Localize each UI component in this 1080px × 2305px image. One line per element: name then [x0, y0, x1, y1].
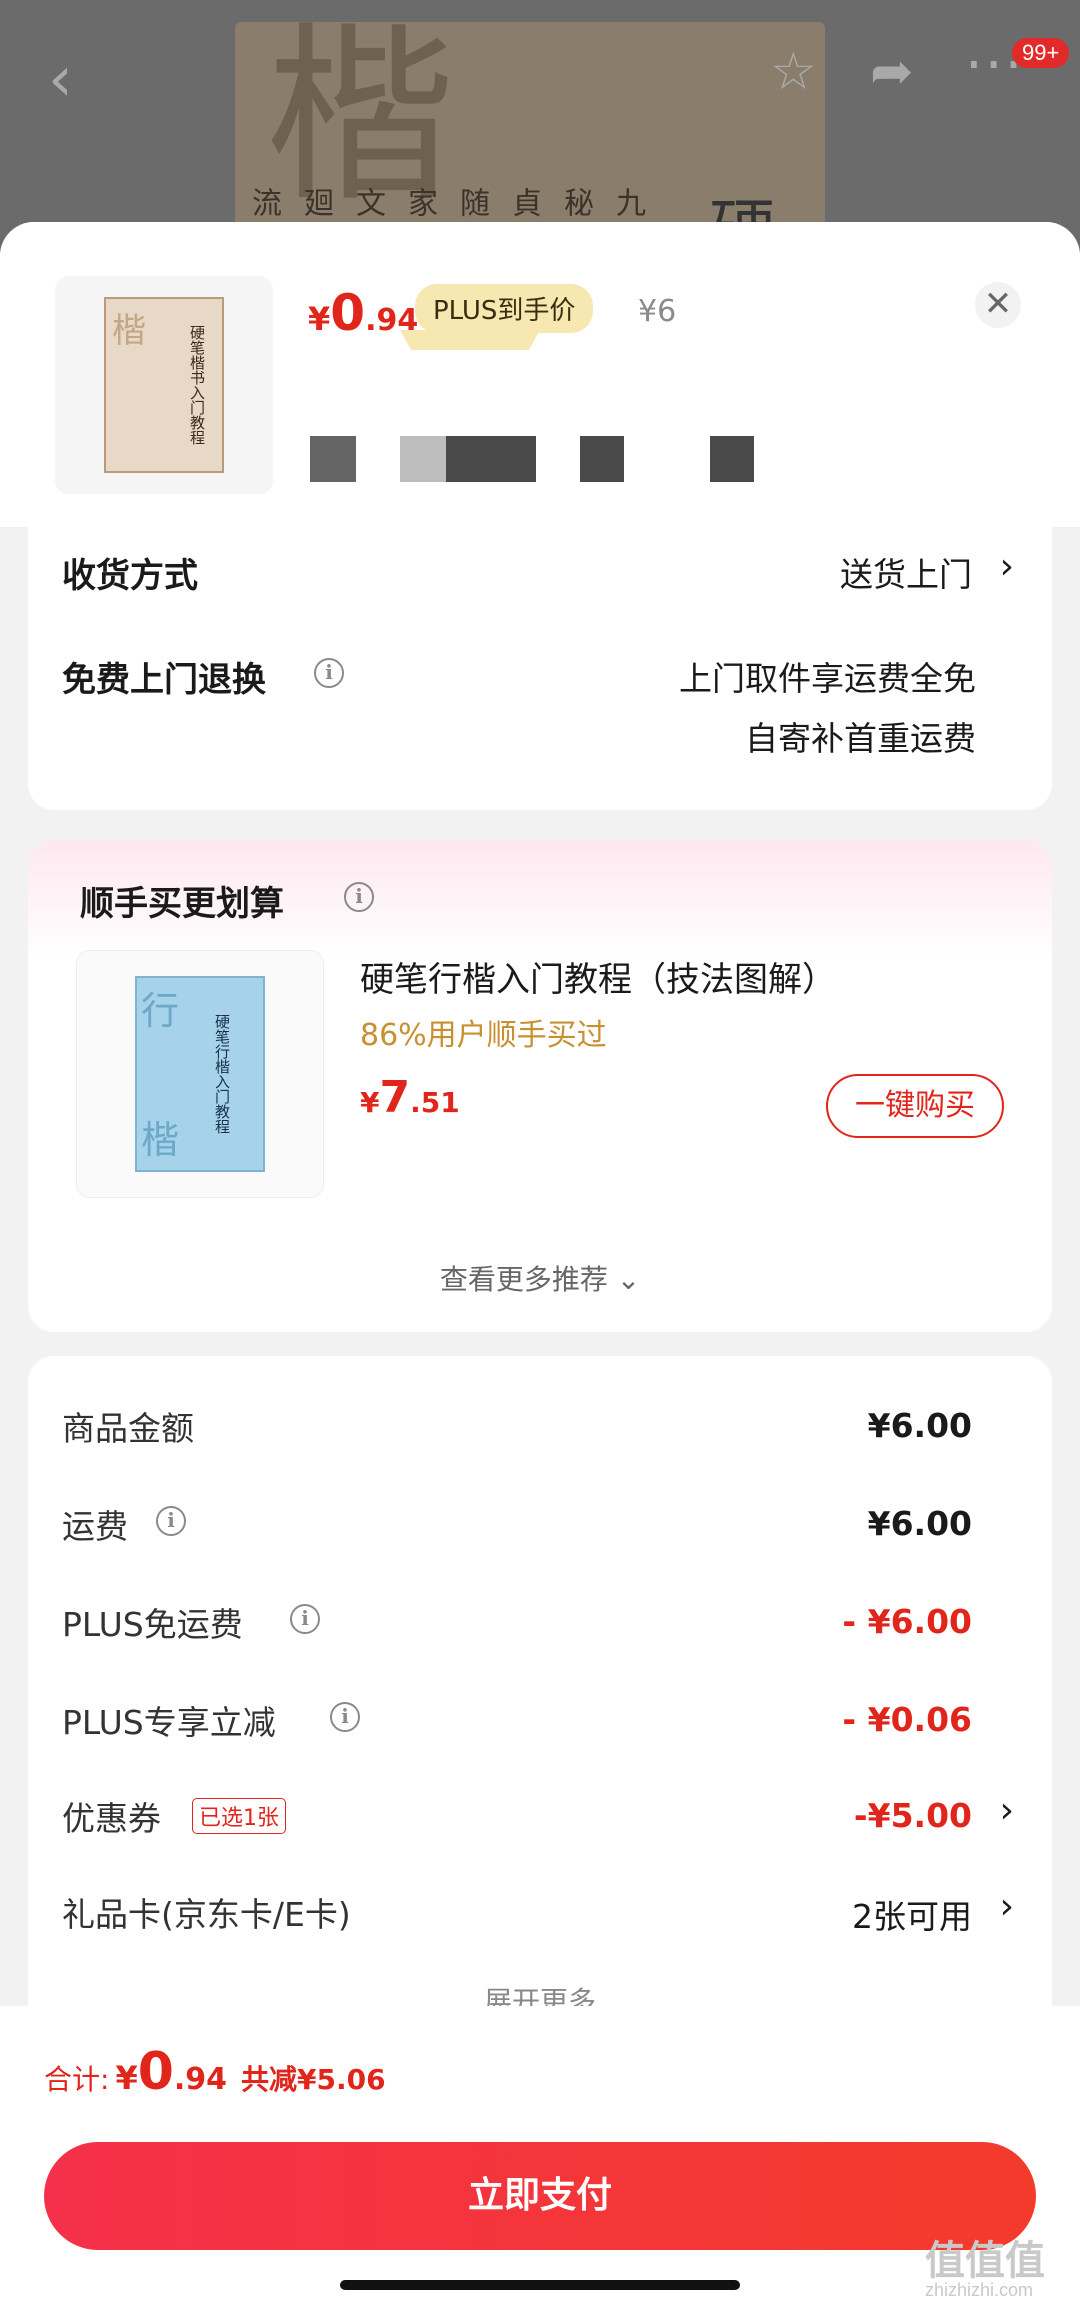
- cover-column: 文: [350, 187, 385, 217]
- recommended-item-subtitle: 86%用户顺手买过: [360, 1018, 607, 1053]
- chevron-right-icon[interactable]: ›: [1000, 1886, 1014, 1927]
- price-integer: 0: [330, 284, 366, 342]
- back-icon[interactable]: ‹: [48, 48, 73, 110]
- summary-label-coupon: 优惠券: [62, 1799, 161, 1838]
- info-icon[interactable]: i: [330, 1702, 360, 1732]
- cover-column: 九: [610, 187, 645, 217]
- free-return-line2: 自寄补首重运费: [745, 719, 976, 758]
- product-price: ¥ 0 .94: [308, 284, 418, 342]
- delivery-method-value[interactable]: 送货上门: [840, 548, 972, 596]
- message-badge: 99+: [1012, 38, 1070, 68]
- product-header: 楷 硬笔楷书入门教程 ¥ 0 .94 PLUS到手价 ¥6 ✕: [0, 222, 1080, 527]
- one-click-buy-button[interactable]: 一键购买: [826, 1074, 1004, 1138]
- summary-value-goods: ¥6.00: [867, 1406, 972, 1445]
- star-icon[interactable]: ☆: [770, 46, 817, 98]
- rec-cover-char: 行: [141, 989, 180, 1033]
- summary-value-plus-discount: - ¥0.06: [842, 1700, 972, 1739]
- coupon-selected-tag: 已选1张: [192, 1798, 286, 1834]
- order-total: 合计: ¥ 0 .94 共减¥5.06: [44, 2042, 386, 2102]
- watermark-url: zhizhizhi.com: [925, 2280, 1034, 2300]
- recommendation-card: 顺手买更划算 i 行 楷 硬笔行楷入门教程 硬笔行楷入门教程（技法图解） 86%…: [28, 840, 1052, 1332]
- chevron-right-icon[interactable]: ›: [1000, 1790, 1014, 1831]
- recommended-item-price: ¥ 7 .51: [360, 1072, 460, 1123]
- recommended-thumbnail[interactable]: 行 楷 硬笔行楷入门教程: [76, 950, 324, 1198]
- price-currency: ¥: [360, 1086, 380, 1119]
- summary-label-plus-discount: PLUS专享立减: [62, 1703, 276, 1742]
- cover-columns: 流 廻 文 家 随 貞 秘 九: [235, 187, 649, 217]
- cover-column: 流: [246, 187, 281, 217]
- delivery-method-label: 收货方式: [62, 556, 198, 596]
- home-indicator[interactable]: [340, 2280, 740, 2290]
- share-icon[interactable]: ➦: [870, 46, 914, 98]
- product-thumbnail: 楷 硬笔楷书入门教程: [55, 276, 273, 494]
- summary-label-plus-shipping: PLUS免运费: [62, 1605, 243, 1644]
- summary-value-coupon[interactable]: -¥5.00: [854, 1796, 972, 1835]
- thumb-cover-title: 硬笔楷书入门教程: [188, 325, 206, 445]
- redacted-spec-pixels: [310, 436, 760, 482]
- recommended-item-name[interactable]: 硬笔行楷入门教程（技法图解）: [360, 952, 836, 1001]
- plus-tag-tail: [400, 330, 540, 350]
- plus-price-tag: PLUS到手价: [415, 284, 594, 333]
- watermark-logo: 值值值: [925, 2238, 1045, 2284]
- cover-column: 廻: [298, 187, 333, 217]
- info-icon[interactable]: i: [314, 658, 344, 688]
- total-decimal: .94: [173, 2062, 228, 2097]
- delivery-card: 收货方式 送货上门 › 免费上门退换 i 上门取件享运费全免 自寄补首重运费: [28, 522, 1052, 810]
- checkout-sheet: 楷 硬笔楷书入门教程 ¥ 0 .94 PLUS到手价 ¥6 ✕ 收货方式 送货上…: [0, 222, 1080, 2305]
- total-currency: ¥: [115, 2059, 138, 2097]
- price-decimal: .51: [410, 1086, 460, 1119]
- pay-now-button[interactable]: 立即支付: [44, 2142, 1036, 2250]
- cover-column: 貞: [506, 187, 541, 217]
- summary-label-shipping: 运费: [62, 1507, 128, 1546]
- more-recommendations-link[interactable]: 查看更多推荐 ⌄: [28, 1258, 1052, 1298]
- chevron-right-icon[interactable]: ›: [1000, 546, 1014, 587]
- info-icon[interactable]: i: [290, 1604, 320, 1634]
- total-label: 合计:: [44, 2063, 110, 2096]
- product-page-background: 楷 硬 流 廻 文 家 随 貞 秘 九 ‹ ☆ ➦ ··· 99+: [0, 0, 1080, 260]
- cover-column: 秘: [558, 187, 593, 217]
- total-integer: 0: [137, 2042, 174, 2102]
- rec-cover-char: 楷: [141, 1118, 180, 1162]
- close-button[interactable]: ✕: [975, 282, 1021, 328]
- summary-value-plus-shipping: - ¥6.00: [842, 1602, 972, 1641]
- info-icon[interactable]: i: [344, 882, 374, 912]
- free-return-label: 免费上门退换: [62, 660, 266, 700]
- original-price: ¥6: [638, 294, 677, 329]
- cover-column: 家: [402, 187, 437, 217]
- free-return-line1: 上门取件享运费全免: [679, 659, 976, 698]
- total-saved: 共减¥5.06: [241, 2063, 386, 2096]
- rec-cover-title: 硬笔行楷入门教程: [213, 1014, 231, 1134]
- book-cover: 行 楷 硬笔行楷入门教程: [135, 976, 265, 1172]
- summary-value-shipping: ¥6.00: [867, 1504, 972, 1543]
- summary-value-gift-card[interactable]: 2张可用: [852, 1890, 972, 1938]
- book-cover: 楷 硬笔楷书入门教程: [104, 297, 224, 473]
- info-icon[interactable]: i: [156, 1506, 186, 1536]
- cover-big-char: 楷: [265, 6, 456, 227]
- cover-column: 随: [454, 187, 489, 217]
- summary-label-gift-card: 礼品卡(京东卡/E卡): [62, 1895, 351, 1934]
- price-integer: 7: [379, 1072, 411, 1123]
- thumb-cover-char: 楷: [112, 311, 146, 351]
- price-currency: ¥: [308, 300, 331, 338]
- summary-label-goods: 商品金额: [62, 1409, 194, 1448]
- recommendation-title: 顺手买更划算: [80, 884, 284, 924]
- checkout-bar: 合计: ¥ 0 .94 共减¥5.06 立即支付 值值值 zhizhizhi.c…: [0, 2006, 1080, 2305]
